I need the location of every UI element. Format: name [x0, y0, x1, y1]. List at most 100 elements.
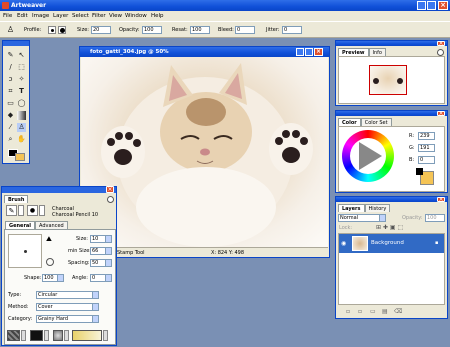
- minimize-button[interactable]: [417, 1, 426, 10]
- crop-tool-icon[interactable]: ⌗: [6, 87, 15, 96]
- duplicate-layer-icon[interactable]: ▫: [358, 308, 362, 315]
- tab-layers[interactable]: Layers: [338, 204, 365, 212]
- brush-size-field[interactable]: 10: [90, 235, 112, 243]
- layers-close-button[interactable]: ×: [437, 197, 445, 203]
- menu-view[interactable]: View: [109, 13, 122, 19]
- rectangle-shape-icon[interactable]: ▭: [6, 99, 15, 108]
- brush-menu-icon[interactable]: [107, 196, 114, 203]
- tab-history[interactable]: History: [364, 204, 391, 212]
- brush-angle-field[interactable]: 0: [90, 274, 112, 282]
- eyedropper-icon[interactable]: ⁄: [6, 123, 15, 132]
- layer-lock-icon: ▪: [435, 240, 439, 246]
- text-tool-icon[interactable]: T: [17, 87, 26, 96]
- blend-mode-select[interactable]: Normal: [338, 214, 386, 222]
- rect-select-icon[interactable]: ⬚: [17, 63, 26, 72]
- tab-color[interactable]: Color: [338, 118, 361, 126]
- fill-tool-icon[interactable]: ◆: [6, 111, 15, 120]
- tab-info[interactable]: Info: [368, 48, 386, 56]
- pattern-dropdown[interactable]: [44, 330, 49, 341]
- resat-field[interactable]: 100: [190, 26, 210, 34]
- doc-minimize-button[interactable]: [296, 48, 304, 56]
- canvas-image[interactable]: [81, 57, 328, 247]
- profile-hard-button[interactable]: [48, 26, 56, 34]
- r-field[interactable]: 239: [418, 132, 435, 140]
- tab-advanced[interactable]: Advanced: [35, 221, 68, 229]
- preview-thumbnail[interactable]: [369, 65, 407, 95]
- tab-color-set[interactable]: Color Set: [360, 118, 392, 126]
- brush-method-select[interactable]: Cover: [36, 303, 99, 311]
- tab-preview[interactable]: Preview: [338, 48, 369, 56]
- paper-texture-swatch[interactable]: [7, 330, 20, 341]
- brush-shape-icon[interactable]: ⛰: [46, 235, 56, 243]
- pattern-swatch[interactable]: [30, 330, 43, 341]
- gradient-dropdown[interactable]: [103, 330, 108, 341]
- doc-close-button[interactable]: ×: [314, 48, 323, 56]
- brush-dot-dropdown[interactable]: [39, 205, 45, 216]
- eye-icon[interactable]: ◉: [341, 240, 346, 247]
- lasso-tool-icon[interactable]: ↄ: [6, 75, 15, 84]
- menu-help[interactable]: Help: [151, 13, 164, 19]
- magic-wand-icon[interactable]: ✧: [17, 75, 26, 84]
- lock-icons[interactable]: ⊞ ✚ ▣ ⬚: [376, 224, 436, 231]
- layer-props-icon[interactable]: ▤: [382, 308, 388, 315]
- grain-swatch[interactable]: [53, 330, 63, 341]
- category-label: Category:: [8, 316, 33, 322]
- tab-brush[interactable]: Brush: [4, 195, 29, 203]
- opacity-label: Opacity:: [119, 27, 140, 33]
- maximize-button[interactable]: [427, 1, 436, 10]
- paper-dropdown[interactable]: [21, 330, 26, 341]
- profile-soft-button[interactable]: [58, 26, 66, 34]
- layer-opacity-field[interactable]: 100: [425, 214, 445, 222]
- grain-dropdown[interactable]: [64, 330, 69, 341]
- menu-layer[interactable]: Layer: [53, 13, 68, 19]
- color-close-button[interactable]: ×: [437, 111, 445, 117]
- g-field[interactable]: 191: [418, 144, 435, 152]
- resat-label: Resat:: [172, 27, 188, 33]
- hand-tool-icon[interactable]: ✋: [17, 135, 26, 144]
- menu-select[interactable]: Select: [72, 13, 89, 19]
- spacing-clock-icon[interactable]: [46, 258, 54, 266]
- gradient-tool-icon[interactable]: [17, 111, 26, 120]
- lock-label: Lock:: [339, 225, 353, 231]
- brush-minsize-field[interactable]: 66: [90, 247, 112, 255]
- b-field[interactable]: 0: [418, 156, 435, 164]
- ellipse-shape-icon[interactable]: ◯: [17, 99, 26, 108]
- color-wheel[interactable]: [342, 130, 394, 182]
- panel-menu-icon[interactable]: [437, 49, 444, 56]
- brush-dot-icon[interactable]: ●: [27, 205, 38, 216]
- doc-maximize-button[interactable]: [305, 48, 313, 56]
- menu-image[interactable]: Image: [32, 13, 49, 19]
- pencil-tool-icon[interactable]: /: [6, 63, 15, 72]
- black-color-swatch[interactable]: [416, 168, 423, 175]
- color-panel: × Color Color Set R: 239 G: 191 B: 0: [335, 110, 448, 193]
- zoom-tool-icon[interactable]: ⌕: [6, 135, 15, 144]
- brush-spacing-field[interactable]: 50: [90, 259, 112, 267]
- brush-type-select[interactable]: Circular: [36, 291, 99, 299]
- gradient-swatch[interactable]: [72, 330, 102, 341]
- layer-row-background[interactable]: ◉ Background ▪: [339, 234, 444, 253]
- brush-tool-icon[interactable]: ✎: [6, 51, 15, 60]
- preview-close-button[interactable]: ×: [437, 41, 445, 47]
- app-titlebar: Artweaver ×: [0, 0, 450, 11]
- brush-variant-icon[interactable]: [18, 205, 24, 216]
- menu-file[interactable]: File: [3, 13, 12, 19]
- move-tool-icon[interactable]: ↖: [17, 51, 26, 60]
- menu-window[interactable]: Window: [125, 13, 147, 19]
- brush-shape-field[interactable]: 100: [42, 274, 64, 282]
- brush-close-button[interactable]: ×: [106, 186, 114, 193]
- delete-layer-icon[interactable]: ⌫: [394, 308, 402, 315]
- close-button[interactable]: ×: [438, 1, 448, 10]
- stamp-tool-icon[interactable]: ♙: [17, 123, 26, 132]
- jitter-field[interactable]: 0: [282, 26, 302, 34]
- menu-filter[interactable]: Filter: [92, 13, 106, 19]
- menu-edit[interactable]: Edit: [17, 13, 28, 19]
- tab-general[interactable]: General: [5, 221, 35, 229]
- background-color-swatch[interactable]: [15, 153, 25, 161]
- brush-category-select[interactable]: Grainy Hard: [36, 315, 99, 323]
- brush-category-icon[interactable]: ✎: [6, 205, 17, 216]
- bleed-field[interactable]: 0: [235, 26, 255, 34]
- opacity-field[interactable]: 100: [142, 26, 162, 34]
- size-field[interactable]: 20: [91, 26, 111, 34]
- layer-folder-icon[interactable]: ▭: [370, 308, 376, 315]
- new-layer-icon[interactable]: ▫: [346, 308, 350, 315]
